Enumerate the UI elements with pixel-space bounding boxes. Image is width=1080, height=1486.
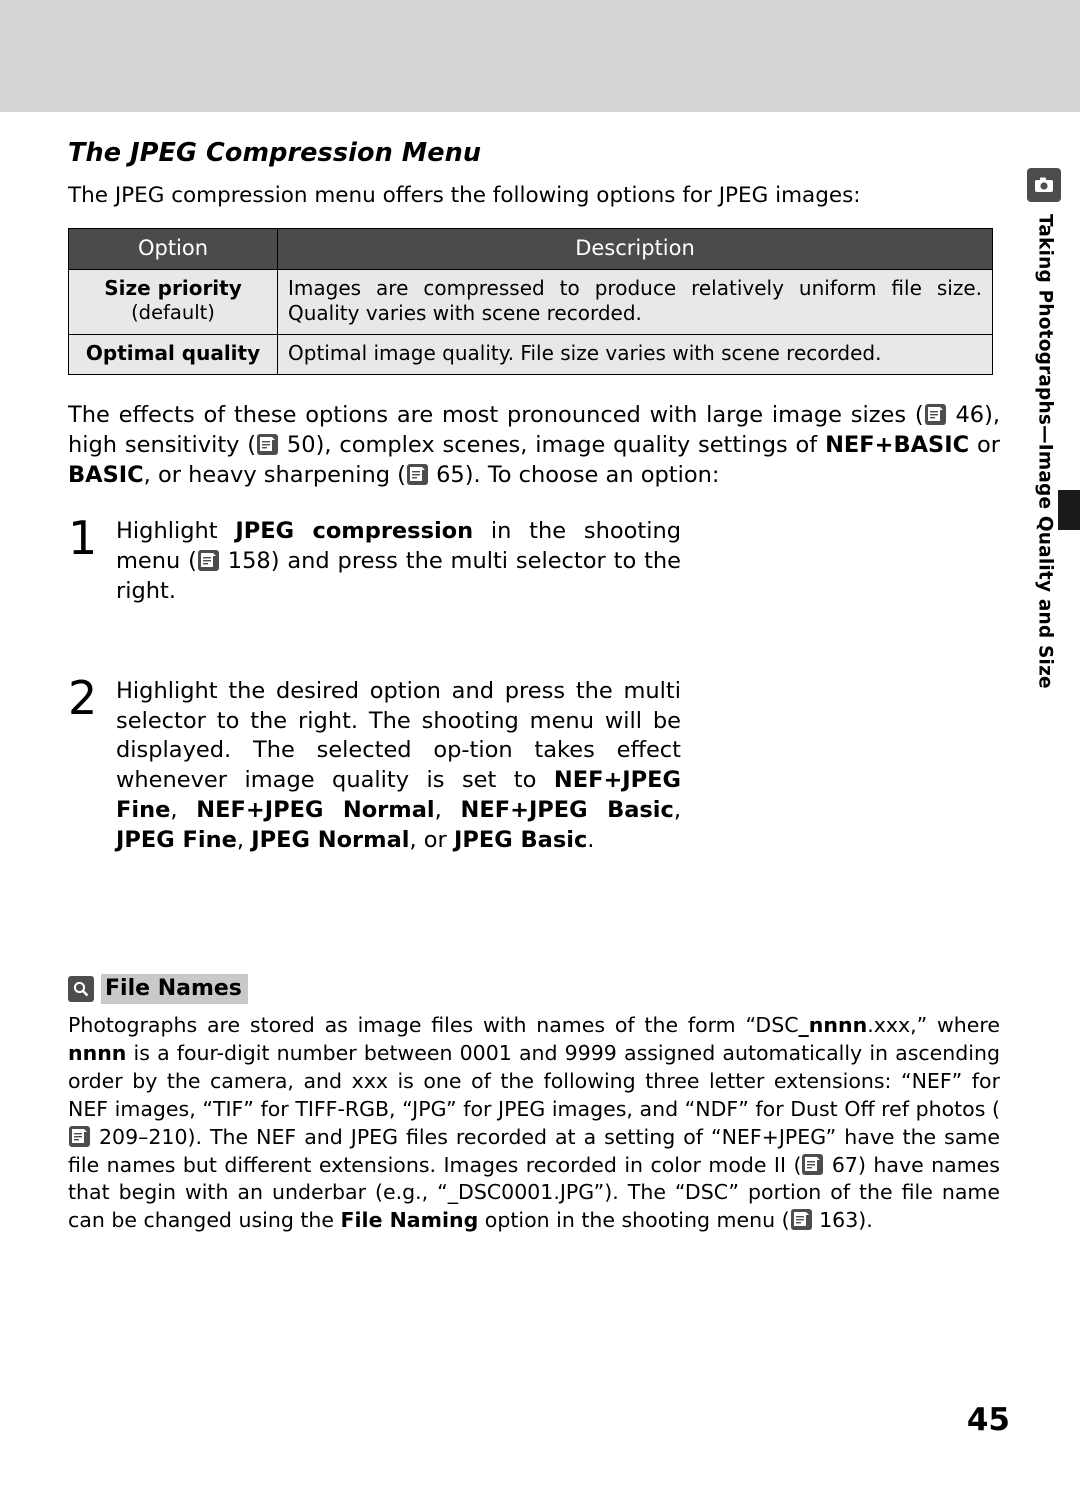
header-description: Description (277, 227, 993, 270)
step2-bold-4: JPEG Fine (116, 827, 237, 854)
step2-bold-6: JPEG Basic (453, 827, 588, 854)
option-default-note: (default) (131, 301, 215, 325)
page-ref-icon (406, 463, 428, 485)
page-ref-icon (257, 434, 279, 455)
header-band (0, 0, 1080, 112)
note-nnnn-1: _nnnn (798, 1013, 868, 1038)
note-text-6: option in the shooting menu ( (478, 1208, 790, 1233)
note-title: File Names (101, 974, 248, 1005)
note-header: File Names (68, 974, 1000, 1005)
page-number: 45 (966, 1402, 1010, 1438)
note-text-3: is a four-digit number between 0001 and … (68, 1041, 1000, 1121)
section-intro: The JPEG compression menu offers the fol… (68, 183, 861, 208)
step2-text-7: . (587, 827, 595, 854)
effects-text-1: The effects of these options are most pr… (68, 402, 924, 429)
effects-pageref-1: 46 (955, 402, 985, 429)
page-ref-icon (790, 1209, 812, 1231)
step-number: 2 (68, 670, 98, 725)
section-title: The JPEG Compression Menu (68, 138, 482, 168)
note-pageref-3: 163 (819, 1208, 859, 1233)
option-label: Optimal quality (85, 340, 261, 365)
page-content: The JPEG Compression Menu The JPEG compr… (68, 138, 1000, 1235)
effects-pageref-3: 65 (436, 461, 465, 488)
table-row: Size priority (default) Images are compr… (68, 268, 993, 335)
page-ref-icon (69, 1125, 90, 1147)
step1-bold-1: JPEG compression (235, 517, 474, 544)
page-ref-icon (197, 549, 219, 571)
cell-option-description: Optimal image quality. File size varies … (277, 333, 993, 376)
header-option: Option (68, 227, 278, 270)
cell-option-name: Optimal quality (68, 333, 278, 376)
effects-bold-1: NEF+BASIC (825, 432, 970, 458)
chapter-title: Taking Photographs—Image Quality and Siz… (1034, 214, 1056, 689)
step1-text-1: Highlight (116, 517, 236, 544)
option-label: Size priority (104, 275, 242, 300)
note-nnnn-2: nnnn (68, 1041, 127, 1066)
chapter-sidebar: Taking Photographs—Image Quality and Siz… (1024, 168, 1064, 808)
magnifier-icon (68, 976, 94, 1003)
options-table: Option Description Size priority (defaul… (68, 227, 993, 376)
note-pageref-1: 209–210 (99, 1124, 188, 1149)
step1-pageref: 158 (227, 547, 271, 574)
file-names-note: File Names Photographs are stored as ima… (68, 974, 1000, 1235)
note-bold-1: File Naming (340, 1208, 479, 1233)
cell-option-name: Size priority (default) (68, 268, 278, 335)
note-text-1: Photographs are stored as image files wi… (68, 1013, 799, 1038)
effects-text-3: ), complex scenes, image quality setting… (315, 432, 826, 458)
cell-option-description: Images are compressed to produce relativ… (277, 268, 993, 335)
note-text-2: .xxx,” where (867, 1013, 1000, 1038)
note-body: Photographs are stored as image files wi… (68, 1012, 1000, 1235)
step-number: 1 (68, 510, 98, 565)
step2-bold-5: JPEG Normal (251, 827, 410, 854)
effects-bold-2: BASIC (68, 461, 144, 488)
manual-page: Taking Photographs—Image Quality and Siz… (0, 0, 1080, 1486)
step-text: Highlight JPEG compression in the shooti… (116, 517, 681, 607)
step-text: Highlight the desired option and press t… (116, 677, 681, 857)
step2-text-5: , (236, 827, 252, 854)
step2-text-3: , (434, 797, 461, 824)
effects-text-4: or (969, 432, 1000, 458)
page-ref-icon (802, 1153, 824, 1175)
table-header-row: Option Description (68, 227, 993, 270)
effects-text-6: ). To choose an option: (464, 461, 720, 488)
step2-bold-2: NEF+JPEG Normal (196, 797, 435, 824)
step-2: 2 Highlight the desired option and press… (68, 670, 1000, 857)
table-row: Optimal quality Optimal image quality. F… (68, 333, 993, 376)
effects-pageref-2: 50 (286, 432, 316, 458)
note-pageref-2: 67 (831, 1152, 858, 1177)
page-ref-icon (924, 404, 946, 426)
step2-text-6: , or (409, 827, 454, 854)
step-1: 1 Highlight JPEG compression in the shoo… (68, 510, 1000, 607)
step2-text-2: , (170, 797, 197, 824)
camera-icon (1027, 168, 1061, 202)
note-text-7: ). (858, 1208, 873, 1233)
effects-paragraph: The effects of these options are most pr… (68, 401, 1000, 491)
step2-bold-3: NEF+JPEG Basic (460, 797, 674, 824)
effects-text-5: , or heavy sharpening ( (143, 461, 406, 488)
step2-text-4: , (673, 797, 682, 824)
